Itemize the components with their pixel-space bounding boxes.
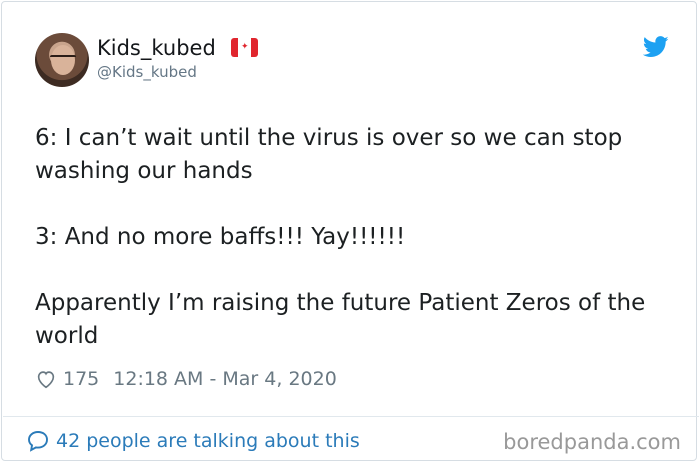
- canada-flag-icon: ✦: [231, 38, 258, 57]
- avatar-glasses: [50, 55, 76, 63]
- divider: [3, 416, 699, 417]
- speech-bubble-icon: [28, 431, 48, 452]
- tweet-text: 6: I can’t wait until the virus is over …: [35, 122, 665, 353]
- tweet-line-2: 3: And no more baffs!!! Yay!!!!!!: [35, 224, 406, 250]
- display-name[interactable]: Kids_kubed: [97, 36, 216, 60]
- conversation-link[interactable]: 42 people are talking about this: [26, 429, 360, 453]
- heart-icon[interactable]: [35, 368, 57, 390]
- tweet-line-1: 6: I can’t wait until the virus is over …: [35, 125, 623, 184]
- watermark: boredpanda.com: [503, 430, 681, 454]
- like-count[interactable]: 175: [63, 368, 99, 390]
- tweet-line-3: Apparently I’m raising the future Patien…: [35, 290, 646, 349]
- user-handle[interactable]: @Kids_kubed: [97, 63, 197, 81]
- avatar[interactable]: [35, 33, 89, 87]
- maple-leaf-icon: ✦: [241, 42, 249, 52]
- tweet-meta: 175 12:18 AM - Mar 4, 2020: [35, 366, 337, 392]
- tweet-timestamp[interactable]: 12:18 AM - Mar 4, 2020: [113, 368, 337, 390]
- twitter-bird-icon[interactable]: [643, 36, 669, 58]
- tweet-card: Kids_kubed ✦ @Kids_kubed 6: I can’t wait…: [1, 1, 699, 461]
- conversation-text: 42 people are talking about this: [56, 430, 360, 452]
